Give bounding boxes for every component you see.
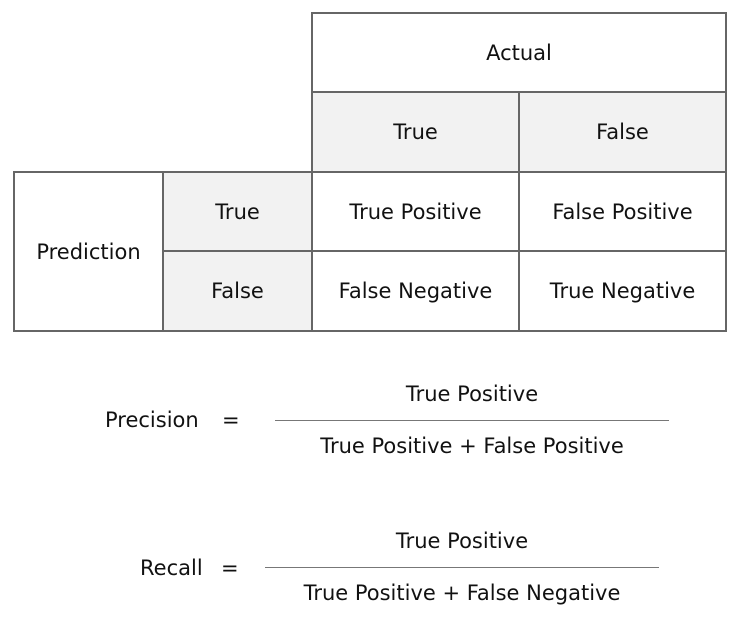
prediction-header: Prediction (13, 171, 164, 332)
false-positive-cell: False Positive (518, 171, 727, 252)
true-positive-cell: True Positive (311, 171, 520, 252)
precision-fraction-bar (275, 420, 669, 421)
recall-numerator: True Positive (395, 529, 529, 553)
actual-header: Actual (311, 12, 727, 93)
recall-denominator: True Positive + False Negative (303, 581, 621, 605)
true-negative-cell: True Negative (518, 250, 727, 332)
false-negative-cell: False Negative (311, 250, 520, 332)
recall-equals: = (221, 556, 239, 580)
precision-denominator: True Positive + False Positive (320, 434, 624, 458)
recall-fraction-bar (265, 567, 659, 568)
pred-true-header: True (162, 171, 313, 252)
actual-true-header: True (311, 91, 520, 173)
pred-false-header: False (162, 250, 313, 332)
precision-equals: = (222, 408, 240, 432)
recall-label: Recall (140, 556, 203, 580)
actual-false-header: False (518, 91, 727, 173)
precision-label: Precision (105, 408, 199, 432)
precision-numerator: True Positive (405, 382, 539, 406)
